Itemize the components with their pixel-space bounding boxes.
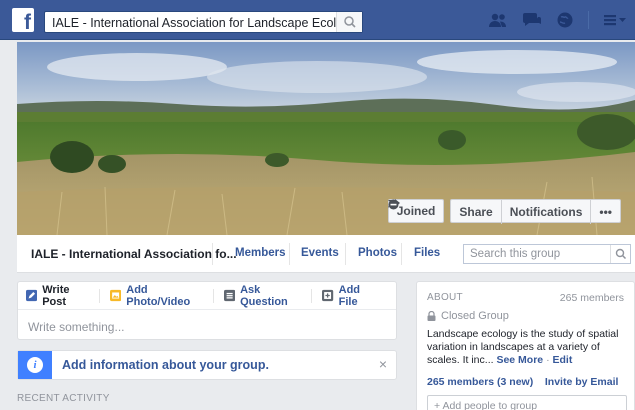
global-search-input[interactable]: IALE - International Association for Lan… (44, 11, 363, 33)
info-icon: i (18, 351, 52, 379)
nav-divider (345, 243, 346, 265)
group-info-banner: i Add information about your group. × (17, 350, 397, 380)
share-label: Share (459, 205, 493, 219)
privacy-status: Closed Group (427, 310, 509, 322)
topbar-divider (588, 11, 589, 29)
group-navigation-bar: IALE - International Association fo... M… (17, 235, 635, 273)
search-button[interactable] (336, 12, 362, 32)
tab-members[interactable]: Members (235, 247, 286, 259)
ask-question-label: Ask Question (240, 283, 288, 308)
nav-divider (401, 243, 402, 265)
add-people-field (427, 395, 627, 410)
add-photo-video-label: Add Photo/Video (126, 283, 191, 308)
group-search-input[interactable] (464, 245, 604, 263)
write-post-tab[interactable]: Write Post (26, 284, 100, 308)
joined-label: Joined (396, 204, 436, 218)
ask-question-tab[interactable]: Ask Question (223, 284, 313, 308)
notifications-label: Notifications (509, 205, 583, 219)
facebook-logo[interactable]: f (12, 8, 34, 34)
invite-by-email-link[interactable]: Invite by Email (545, 376, 619, 388)
composer-tabs: Write Post Add Photo/Video Ask Question … (18, 282, 396, 310)
messages-icon[interactable] (522, 12, 542, 28)
search-value: IALE - International Association for Lan… (52, 16, 357, 30)
friend-requests-icon[interactable] (488, 12, 508, 28)
edit-description-link[interactable]: Edit (552, 354, 572, 366)
add-people-input[interactable] (428, 396, 623, 410)
member-count[interactable]: 265 members (560, 292, 624, 304)
members-summary: 265 members (3 new) Invite by Email (427, 376, 618, 388)
group-name[interactable]: IALE - International Association fo... (31, 247, 237, 261)
separator-dot: · (546, 354, 550, 366)
photo-icon (110, 289, 122, 302)
close-icon[interactable]: × (379, 356, 387, 372)
privacy-label: Closed Group (441, 310, 509, 322)
account-menu-icon[interactable] (603, 12, 627, 28)
search-icon (344, 16, 356, 28)
add-file-tab[interactable]: Add File (322, 284, 386, 308)
nav-divider (289, 243, 290, 265)
more-options-button[interactable]: ••• (591, 200, 620, 224)
top-navigation-bar: f IALE - International Association for L… (0, 0, 635, 40)
topbar-icons (488, 10, 627, 30)
group-search-field (463, 244, 631, 264)
post-composer: Write Post Add Photo/Video Ask Question … (17, 281, 397, 340)
notifications-globe-icon[interactable] (556, 11, 574, 29)
see-more-link[interactable]: See More (496, 354, 543, 366)
add-file-label: Add File (338, 283, 361, 308)
write-post-label: Write Post (42, 283, 70, 308)
about-panel: ABOUT 265 members Closed Group Landscape… (416, 281, 635, 410)
members-new-link[interactable]: 265 members (3 new) (427, 376, 533, 388)
tab-files[interactable]: Files (414, 247, 440, 259)
pencil-icon (26, 289, 38, 302)
tab-events[interactable]: Events (301, 247, 339, 259)
notifications-button[interactable]: Notifications (388, 199, 592, 224)
recent-activity-heading: RECENT ACTIVITY (17, 393, 110, 404)
list-icon (223, 289, 236, 302)
search-icon (615, 248, 626, 260)
composer-input[interactable]: Write something... (18, 310, 396, 344)
group-search-button[interactable] (610, 245, 630, 263)
cover-actions: Joined Share Notifications ••• (387, 199, 621, 224)
about-heading: ABOUT (427, 292, 463, 303)
cover-button-group: Share Notifications ••• (387, 199, 621, 224)
notifications-icon (388, 199, 399, 210)
tab-photos[interactable]: Photos (358, 247, 397, 259)
add-photo-video-tab[interactable]: Add Photo/Video (110, 284, 214, 308)
more-options-label: ••• (599, 205, 612, 219)
cover-photo: Joined Share Notifications ••• (17, 42, 635, 235)
group-description: Landscape ecology is the study of spatia… (427, 328, 629, 367)
lock-icon (427, 311, 436, 321)
logo-letter: f (24, 11, 31, 34)
add-group-info-link[interactable]: Add information about your group. (62, 358, 269, 372)
nav-divider (212, 243, 213, 265)
file-plus-icon (322, 289, 334, 302)
share-button[interactable]: Share (387, 199, 502, 224)
